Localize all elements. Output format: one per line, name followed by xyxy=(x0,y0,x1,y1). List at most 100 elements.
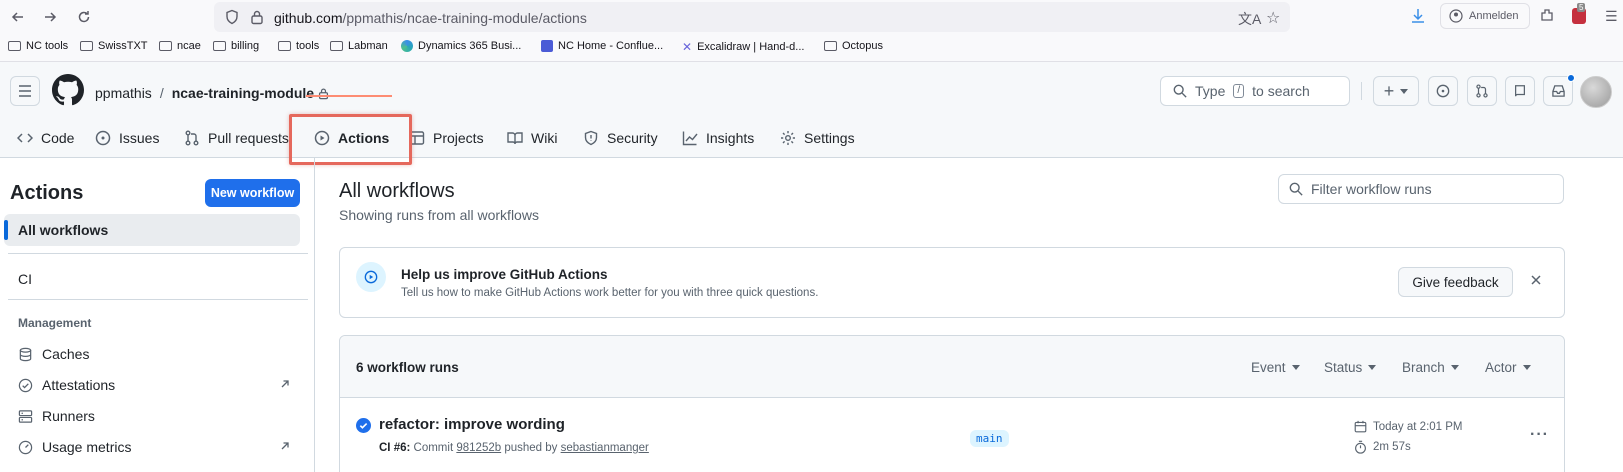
external-link-icon xyxy=(280,441,290,451)
translate-icon[interactable]: 文A xyxy=(1238,9,1261,29)
bookmark[interactable]: Octopus xyxy=(824,40,883,52)
repo-icon xyxy=(1515,85,1525,97)
run-duration: 2m 57s xyxy=(1354,440,1411,454)
url-domain: github.com xyxy=(274,10,343,26)
header-divider xyxy=(1361,82,1362,100)
bookmark[interactable]: ncae xyxy=(159,40,201,52)
downloads-icon[interactable] xyxy=(1410,7,1426,25)
shield-icon[interactable] xyxy=(224,9,240,25)
url-path: /ppmathis/ncae-training-module/actions xyxy=(342,10,587,26)
url-text[interactable]: github.com/ppmathis/ncae-training-module… xyxy=(274,10,587,26)
new-workflow-button[interactable]: New workflow xyxy=(205,179,300,207)
folder-icon xyxy=(80,41,93,51)
star-icon[interactable]: ☆ xyxy=(1266,8,1280,28)
tab-settings[interactable]: Settings xyxy=(780,118,855,158)
tab-issues[interactable]: Issues xyxy=(95,118,159,158)
actor-filter[interactable]: Actor xyxy=(1485,360,1531,375)
notification-dot xyxy=(1567,74,1575,82)
repos-button[interactable] xyxy=(1505,76,1535,106)
search-shortcut-key: / xyxy=(1233,84,1245,98)
folder-icon xyxy=(213,41,226,51)
bookmark[interactable]: Labman xyxy=(330,40,388,52)
filter-label: Status xyxy=(1324,360,1363,375)
divider xyxy=(8,253,308,254)
chevron-down-icon xyxy=(1368,365,1377,370)
create-new-button[interactable]: + xyxy=(1373,76,1419,106)
external-link-icon xyxy=(280,379,290,389)
runs-count: 6 workflow runs xyxy=(356,360,459,375)
filter-label: Actor xyxy=(1485,360,1517,375)
bookmark[interactable]: Dynamics 365 Busi... xyxy=(401,40,521,52)
tab-wiki[interactable]: Wiki xyxy=(507,118,557,158)
lock-icon[interactable] xyxy=(250,9,264,25)
back-icon[interactable] xyxy=(8,7,28,27)
workflow-runs-list: 6 workflow runs Event Status Branch Acto… xyxy=(339,335,1565,472)
reload-icon[interactable] xyxy=(74,7,94,27)
pull-request-icon xyxy=(1476,84,1488,98)
bookmark[interactable]: NC tools xyxy=(8,40,68,52)
hamburger-button[interactable] xyxy=(10,76,40,106)
account-icon xyxy=(1449,9,1463,23)
github-logo-icon[interactable] xyxy=(52,74,84,106)
bookmark[interactable]: billing xyxy=(213,40,259,52)
hamburger-icon xyxy=(19,85,31,97)
branch-label[interactable]: main xyxy=(970,430,1009,447)
run-workflow: CI #6: xyxy=(379,442,411,454)
pull-requests-button[interactable] xyxy=(1467,76,1497,106)
repo-owner-link[interactable]: ppmathis xyxy=(95,85,152,101)
run-date: Today at 2:01 PM xyxy=(1354,420,1463,433)
account-button[interactable]: Anmelden xyxy=(1440,3,1530,29)
stopwatch-icon xyxy=(1354,440,1367,454)
inbox-icon xyxy=(1551,85,1565,97)
pushed-by-text: pushed by xyxy=(504,442,558,454)
status-filter[interactable]: Status xyxy=(1324,360,1377,375)
sidebar-item-runners[interactable]: Runners xyxy=(18,408,95,424)
excalidraw-icon: ✕ xyxy=(682,40,693,54)
sidebar-item-all-workflows[interactable]: All workflows xyxy=(4,214,300,246)
filter-label: Branch xyxy=(1402,360,1445,375)
event-filter[interactable]: Event xyxy=(1251,360,1300,375)
tab-pull-requests[interactable]: Pull requests xyxy=(184,118,289,158)
repo-header: ppmathis / ncae-training-module Type / to … xyxy=(0,62,1623,158)
extensions-icon[interactable] xyxy=(1539,7,1555,23)
repo-tabs: Code Issues Pull requests Actions Projec… xyxy=(0,118,1623,158)
bookmark[interactable]: NC Home - Conflue... xyxy=(541,40,663,52)
item-label: Attestations xyxy=(42,377,116,393)
bookmark-label: ncae xyxy=(177,40,201,52)
bookmark[interactable]: SwissTXT xyxy=(80,40,148,52)
filter-workflow-runs-input[interactable]: Filter workflow runs xyxy=(1278,174,1564,204)
run-title-link[interactable]: refactor: improve wording xyxy=(379,416,565,433)
bookmarks-bar: NC tools SwissTXT ncae billing tools Lab… xyxy=(0,34,1623,62)
issues-button[interactable] xyxy=(1428,76,1458,106)
commit-prefix: Commit xyxy=(413,442,454,454)
bookmark[interactable]: tools xyxy=(278,40,319,52)
global-search[interactable]: Type / to search xyxy=(1160,76,1350,106)
bookmark[interactable]: ✕ Excalidraw | Hand-d... xyxy=(682,40,804,54)
menu-icon[interactable]: ☰ xyxy=(1605,8,1618,25)
sidebar-item-caches[interactable]: Caches xyxy=(18,346,89,362)
page-subtitle: Showing runs from all workflows xyxy=(339,207,539,223)
branch-filter[interactable]: Branch xyxy=(1402,360,1459,375)
forward-icon[interactable] xyxy=(40,7,60,27)
tab-label: Pull requests xyxy=(208,130,289,146)
author-link[interactable]: sebastianmanger xyxy=(561,442,649,454)
sidebar-item-usage-metrics[interactable]: Usage metrics xyxy=(18,439,131,455)
tab-code[interactable]: Code xyxy=(17,118,74,158)
item-label: Caches xyxy=(42,346,90,362)
book-icon xyxy=(507,130,523,146)
repo-name-link[interactable]: ncae-training-module xyxy=(172,85,314,101)
close-icon[interactable] xyxy=(1530,274,1542,286)
avatar[interactable] xyxy=(1580,76,1612,108)
address-bar[interactable]: github.com/ppmathis/ncae-training-module… xyxy=(214,2,1290,32)
give-feedback-button[interactable]: Give feedback xyxy=(1398,267,1513,297)
tab-insights[interactable]: Insights xyxy=(682,118,754,158)
dynamics-icon xyxy=(401,40,413,52)
kebab-menu-icon[interactable]: ··· xyxy=(1530,426,1549,444)
sidebar-item-attestations[interactable]: Attestations xyxy=(18,377,115,393)
tab-projects[interactable]: Projects xyxy=(409,118,484,158)
tab-label: Wiki xyxy=(531,130,558,146)
tab-security[interactable]: Security xyxy=(583,118,658,158)
commit-link[interactable]: 981252b xyxy=(456,442,501,454)
runs-header: 6 workflow runs Event Status Branch Acto… xyxy=(340,336,1564,398)
sidebar-item-ci[interactable]: CI xyxy=(18,271,32,287)
